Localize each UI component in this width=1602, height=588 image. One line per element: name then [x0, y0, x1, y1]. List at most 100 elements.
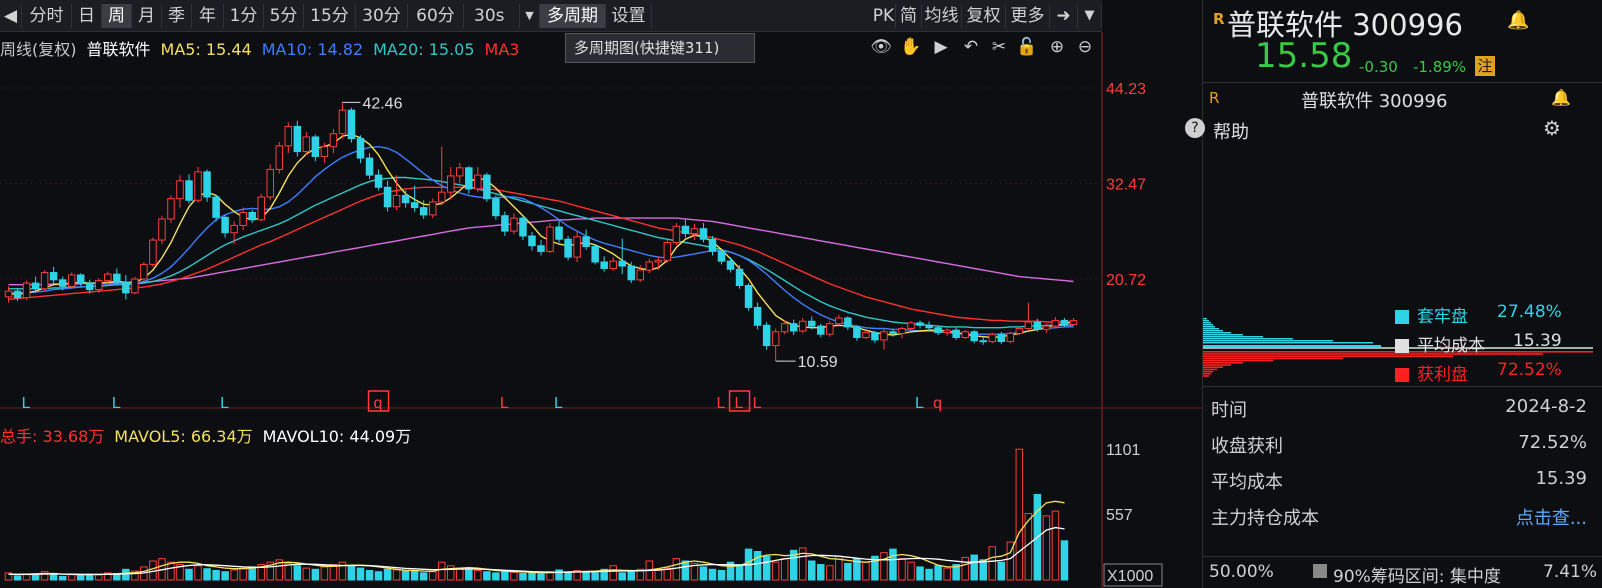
volume-bar-down [374, 571, 383, 581]
bell-icon[interactable]: 🔔 [1507, 10, 1529, 31]
play-icon[interactable]: ▶ [930, 36, 952, 58]
candle-up [826, 323, 834, 335]
settings-button[interactable]: 设置 [606, 4, 652, 28]
candle-up [546, 226, 554, 252]
ma20-label: MA20: 15.05 [373, 40, 475, 59]
tab-season[interactable]: 季 [162, 4, 192, 28]
adjust-button[interactable]: 复权 [962, 4, 1006, 28]
signal-l-label: L [500, 395, 509, 412]
pk-button[interactable]: PK [872, 4, 896, 28]
signal-l-label: L [112, 395, 121, 412]
chip-bar-profit [1203, 362, 1243, 364]
zoom-in-icon[interactable]: ⊕ [1046, 36, 1068, 58]
tab-1min[interactable]: 1分 [224, 4, 264, 28]
candle-down [212, 196, 220, 218]
tab-year[interactable]: 年 [192, 4, 224, 28]
zoom-out-icon[interactable]: ⊖ [1074, 36, 1096, 58]
current-price: 15.58 [1255, 36, 1353, 76]
candle-down [681, 225, 690, 235]
candle-down [555, 226, 563, 240]
hand-icon[interactable]: ✋ [900, 36, 922, 58]
tab-day[interactable]: 日 [72, 4, 102, 28]
volume-bar-down [618, 572, 626, 581]
tab-fenshi[interactable]: 分时 [22, 4, 72, 28]
volume-bar-down [997, 561, 1006, 581]
chart-area[interactable]: 44.23 32.47 20.72 42.46 10.59 L L Lq L L L L L Lq 1101… [0, 32, 1202, 588]
candle-down [31, 282, 40, 290]
scissors-icon[interactable]: ✂ [988, 36, 1010, 58]
candle-down [383, 186, 392, 208]
candle-up [320, 146, 329, 157]
volume-bar-down [708, 568, 717, 581]
volume-bar-down [31, 574, 40, 581]
multi-period-button[interactable]: 多周期 [540, 4, 606, 28]
volume-bar-up [907, 561, 915, 581]
tab-5min[interactable]: 5分 [264, 4, 304, 28]
candle-up [1051, 319, 1060, 327]
back-icon[interactable]: ◀ [0, 4, 22, 28]
volume-bar-down [925, 568, 933, 581]
row-close-profit-value: 72.52% [1518, 432, 1587, 453]
simple-button[interactable]: 简 [896, 4, 922, 28]
legend-locked: 套牢盘 [1395, 302, 1468, 327]
candle-up [1006, 332, 1015, 343]
volume-bar-down [221, 571, 229, 581]
volume-bar-down [519, 572, 527, 581]
candle-down [419, 207, 428, 216]
chip-bar-profit [1203, 353, 1543, 355]
volume-bar-up [474, 569, 482, 581]
tab-60min[interactable]: 60分 [408, 4, 464, 28]
more-button[interactable]: 更多 [1006, 4, 1050, 28]
candle-down [410, 202, 419, 209]
candle-down [997, 333, 1006, 343]
ma5-label: MA5: 15.44 [160, 40, 252, 59]
candle-down [113, 273, 121, 283]
volume-bar-down [817, 564, 825, 581]
volume-bar-down [699, 566, 708, 581]
tab-30min[interactable]: 30分 [356, 4, 408, 28]
tab-30s[interactable]: 30s [464, 4, 520, 28]
candle-up [446, 175, 455, 193]
candle-down [717, 250, 726, 262]
expand-right-icon[interactable]: ➜ [1050, 4, 1078, 28]
chip-bar-locked [1203, 334, 1243, 336]
chip-bar-locked [1203, 340, 1333, 342]
candle-down [591, 246, 599, 263]
volume-bar-down [212, 569, 220, 581]
volume-bar-down [934, 565, 942, 581]
locked-swatch [1395, 310, 1409, 324]
volume-bar-down [564, 571, 572, 581]
tab-week[interactable]: 周 [102, 4, 132, 28]
dropdown-arrow-icon[interactable]: ▼ [520, 4, 540, 28]
menu-down-icon[interactable]: ▼ [1078, 4, 1102, 28]
chip-bar-profit [1203, 357, 1343, 360]
candle-down [817, 325, 825, 335]
volume-bar-up [654, 569, 663, 581]
tab-month[interactable]: 月 [132, 4, 162, 28]
volume-tick-label: 557 [1106, 507, 1133, 524]
undo-icon[interactable]: ↶ [960, 36, 982, 58]
chip-bar-locked [1203, 318, 1207, 320]
volume-bar-up [446, 565, 455, 581]
click-query-link[interactable]: 点击查... [1516, 504, 1587, 530]
chip-bar-locked [1203, 326, 1215, 328]
candle-up [1042, 325, 1051, 330]
legend-locked-label: 套牢盘 [1417, 307, 1468, 327]
help-icon[interactable]: ? [1185, 118, 1205, 138]
ma-button[interactable]: 均线 [922, 4, 962, 28]
legend-profit-value: 72.52% [1497, 360, 1562, 380]
lock-icon[interactable]: 🔓 [1016, 36, 1038, 58]
volume-bar-up [1042, 515, 1051, 581]
mavol10-label: MAVOL10: 44.09万 [262, 427, 412, 446]
volume-bar-up [428, 571, 437, 581]
candle-down [185, 180, 193, 201]
candle-down [492, 198, 500, 217]
candle-up [663, 241, 672, 261]
candle-down [203, 171, 211, 198]
eye-icon[interactable]: 👁 [870, 36, 892, 58]
signal-l-label: L [753, 395, 762, 412]
volume-bar-down [401, 570, 410, 581]
kline-svg[interactable]: 44.2332.4720.7242.4610.59L L Lq L L L L L Lq1101… [0, 32, 1202, 588]
tab-15min[interactable]: 15分 [304, 4, 356, 28]
candle-down [753, 306, 762, 326]
